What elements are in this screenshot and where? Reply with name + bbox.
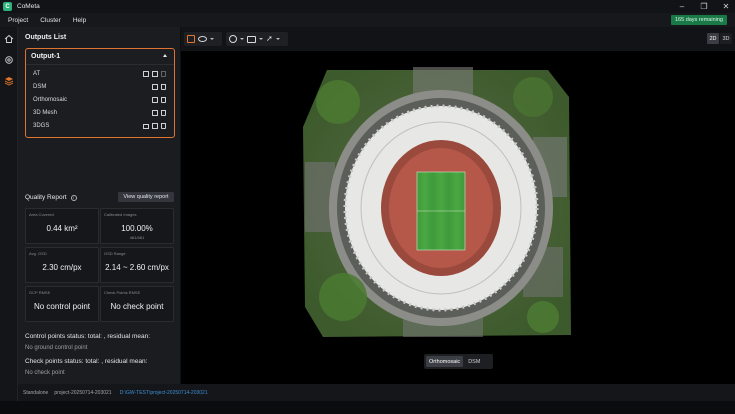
open-folder-icon[interactable] — [143, 71, 149, 77]
card-gsd-range: GSD Range 2.14 ~ 2.60 cm/px — [100, 247, 174, 283]
card-avg-gsd: Avg. GSD 2.30 cm/px — [25, 247, 99, 283]
viewer-toolbar: ➚ 2D 3D — [181, 27, 735, 51]
app-title: CoMeta — [17, 3, 40, 10]
output-group-label: Output-1 — [31, 53, 61, 60]
card-gcp-rmse: GCP RMSE No control point — [25, 286, 99, 322]
camera-icon[interactable] — [247, 35, 256, 43]
open-folder-icon[interactable] — [152, 123, 158, 129]
output-row-3d-mesh: 3D Mesh — [33, 108, 170, 118]
view-2d-button[interactable]: 2D — [707, 33, 719, 44]
open-folder-icon[interactable] — [152, 110, 158, 116]
license-badge[interactable]: 165 days remaining — [670, 15, 727, 25]
control-points-status: Control points status: total: , residual… — [25, 333, 151, 340]
card-value: No control point — [33, 302, 91, 311]
output-row-at: AT — [33, 69, 170, 79]
close-icon[interactable]: ✕ — [721, 2, 731, 12]
card-value: 100.00% — [121, 224, 153, 233]
export-icon[interactable] — [152, 71, 158, 77]
menu-help[interactable]: Help — [73, 17, 86, 24]
output-row-label: Orthomosaic — [33, 97, 68, 103]
card-label: Area Covered — [29, 212, 54, 217]
title-bar: C CoMeta – ❐ ✕ — [0, 0, 735, 13]
collapse-caret-icon[interactable] — [163, 54, 167, 57]
output-group: Output-1 AT DSM Orthomosaic 3D Mesh 3DGS — [25, 48, 175, 138]
app-logo-icon: C — [3, 2, 12, 11]
card-label: Avg. GSD — [29, 251, 47, 256]
info-icon[interactable]: i — [70, 194, 77, 201]
delete-icon[interactable] — [161, 84, 166, 90]
layer-orthomosaic-button[interactable]: Orthomosaic — [426, 356, 464, 367]
status-mode: Standalone — [23, 389, 49, 396]
chevron-down-icon[interactable] — [259, 38, 263, 40]
menu-project[interactable]: Project — [8, 17, 28, 24]
chevron-down-icon[interactable] — [240, 38, 244, 40]
bottom-strip — [0, 401, 735, 414]
open-folder-icon[interactable] — [152, 84, 158, 90]
orthomosaic-image[interactable] — [303, 67, 571, 337]
box-select-icon[interactable] — [187, 35, 195, 43]
view-quality-report-button[interactable]: View quality report — [118, 192, 174, 202]
card-value: 0.44 km² — [46, 224, 78, 233]
output-group-header[interactable]: Output-1 — [26, 49, 174, 65]
chevron-down-icon[interactable] — [275, 38, 280, 40]
quality-report-title: Quality Report i — [25, 194, 77, 201]
card-label: Check Points RMSE — [104, 290, 141, 295]
restore-icon[interactable]: ❐ — [699, 2, 709, 12]
output-row-3dgs: 3DGS — [33, 121, 170, 131]
card-value: 2.14 ~ 2.60 cm/px — [105, 263, 169, 272]
status-project: project-20250714-203021 — [54, 389, 112, 396]
settings-icon[interactable] — [0, 51, 18, 69]
control-points-sub: No ground control point — [25, 345, 88, 351]
delete-icon[interactable] — [161, 123, 166, 129]
card-value: 2.30 cm/px — [42, 263, 82, 272]
window-controls: – ❐ ✕ — [677, 0, 731, 13]
layer-dsm-button[interactable]: DSM — [465, 356, 483, 367]
chevron-down-icon[interactable] — [210, 38, 214, 40]
layer-switch: Orthomosaic DSM — [424, 354, 493, 369]
outputs-panel: Outputs List Output-1 AT DSM Orthomosaic — [18, 27, 180, 384]
output-row-label: DSM — [33, 84, 47, 90]
measure-circle-icon[interactable] — [229, 35, 237, 43]
status-bar: Standalone project-20250714-203021 D:\GW… — [18, 384, 735, 401]
check-points-status: Check points status: total: , residual m… — [25, 358, 148, 365]
output-row-orthomosaic: Orthomosaic — [33, 95, 170, 105]
card-label: GSD Range — [104, 251, 126, 256]
preview-monitor-icon[interactable] — [143, 123, 149, 129]
outputs-title: Outputs List — [25, 34, 67, 41]
toolbar-group-selection — [184, 32, 222, 46]
check-points-sub: No check point — [25, 370, 65, 376]
card-area-covered: Area Covered 0.44 km² — [25, 208, 99, 244]
card-calibrated-images: Calibrated Images 100.00% 461/461 — [100, 208, 174, 244]
output-row-dsm: DSM — [33, 82, 170, 92]
menu-cluster[interactable]: Cluster — [40, 17, 61, 24]
view-3d-button[interactable]: 3D — [720, 33, 732, 44]
card-sub: 461/461 — [129, 235, 145, 240]
visibility-eye-icon[interactable] — [198, 36, 207, 42]
card-label: Calibrated Images — [104, 212, 137, 217]
card-value: No check point — [110, 302, 164, 311]
toolbar-group-tools: ➚ — [226, 32, 288, 46]
delete-icon[interactable] — [161, 97, 166, 103]
cursor-icon[interactable]: ➚ — [266, 35, 273, 43]
output-row-label: 3D Mesh — [33, 110, 58, 116]
status-project-path-link[interactable]: D:\GW-TEST\project-20250714-203021 — [120, 390, 208, 396]
home-icon[interactable] — [0, 30, 18, 48]
output-row-label: AT — [33, 71, 41, 77]
view-mode-toggle: 2D 3D — [707, 33, 732, 44]
minimize-icon[interactable]: – — [677, 2, 687, 12]
card-check-points-rmse: Check Points RMSE No check point — [100, 286, 174, 322]
left-rail — [0, 27, 18, 401]
card-label: GCP RMSE — [29, 290, 51, 295]
delete-icon — [161, 71, 166, 77]
output-row-label: 3DGS — [33, 123, 50, 129]
open-folder-icon[interactable] — [152, 97, 158, 103]
quality-report-label: Quality Report — [25, 194, 67, 201]
menu-bar: Project Cluster Help 165 days remaining — [0, 13, 735, 27]
delete-icon[interactable] — [161, 110, 166, 116]
outputs-layers-icon[interactable] — [0, 72, 18, 90]
